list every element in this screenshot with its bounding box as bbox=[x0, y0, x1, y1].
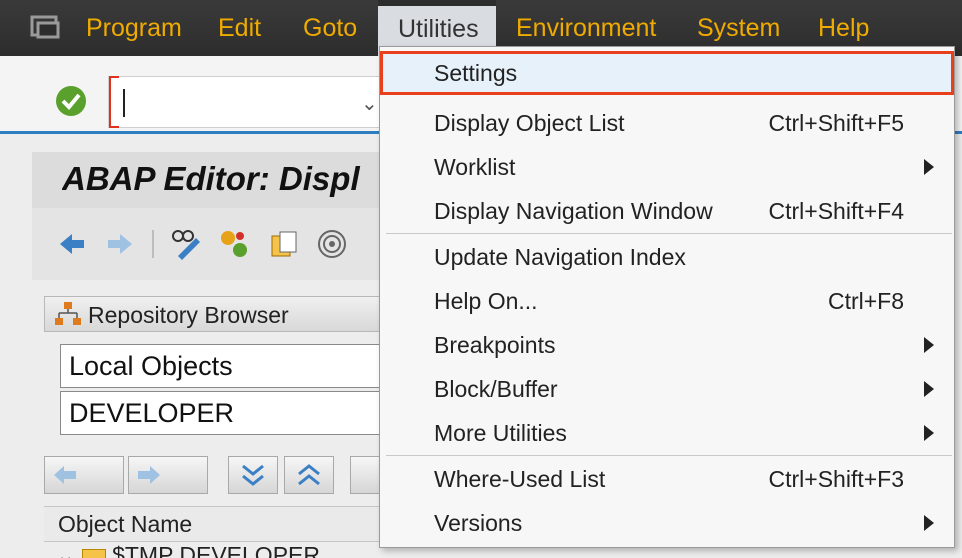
page-title: ABAP Editor: Displ bbox=[62, 160, 360, 197]
back-arrow-icon[interactable] bbox=[56, 228, 88, 260]
submenu-arrow-icon bbox=[924, 515, 934, 531]
menu-separator bbox=[386, 455, 952, 456]
menu-edit[interactable]: Edit bbox=[218, 0, 261, 56]
menu-item-display-navigation-window[interactable]: Display Navigation Window Ctrl+Shift+F4 bbox=[380, 189, 954, 233]
submenu-arrow-icon bbox=[924, 381, 934, 397]
command-field-marker bbox=[109, 76, 119, 128]
toolbar-separator bbox=[152, 230, 154, 258]
menu-item-where-used-list[interactable]: Where-Used List Ctrl+Shift+F3 bbox=[380, 457, 954, 501]
menu-item-label: Versions bbox=[434, 510, 523, 536]
menu-program[interactable]: Program bbox=[86, 0, 182, 56]
menu-item-shortcut: Ctrl+Shift+F5 bbox=[768, 110, 905, 136]
chevron-down-icon[interactable]: ⌄ bbox=[361, 91, 378, 116]
user-name-field[interactable]: DEVELOPER bbox=[60, 391, 390, 435]
menu-item-versions[interactable]: Versions bbox=[380, 501, 954, 545]
menu-item-label: Settings bbox=[434, 60, 518, 86]
where-used-icon[interactable] bbox=[316, 228, 348, 260]
menu-separator bbox=[386, 233, 952, 234]
command-field[interactable]: ⌄ bbox=[108, 76, 388, 128]
menu-item-help-on[interactable]: Help On... Ctrl+F8 bbox=[380, 279, 954, 323]
menu-item-label: More Utilities bbox=[434, 420, 567, 446]
forward-arrow-icon[interactable] bbox=[104, 228, 136, 260]
menu-item-block-buffer[interactable]: Block/Buffer bbox=[380, 367, 954, 411]
double-chevron-down-icon bbox=[242, 464, 264, 486]
menu-item-label: Display Object List bbox=[434, 110, 625, 136]
display-change-icon[interactable] bbox=[170, 228, 202, 260]
expand-all-button[interactable] bbox=[228, 456, 278, 494]
tree-node-label: $TMP DEVELOPER bbox=[112, 542, 320, 558]
object-name-column-header[interactable]: Object Name bbox=[44, 506, 384, 542]
menu-item-label: Worklist bbox=[434, 154, 516, 180]
menu-item-label: Update Navigation Index bbox=[434, 244, 686, 270]
utilities-dropdown-menu: Settings Display Object List Ctrl+Shift+… bbox=[379, 46, 955, 548]
menu-item-breakpoints[interactable]: Breakpoints bbox=[380, 323, 954, 367]
menu-goto[interactable]: Goto bbox=[303, 0, 357, 56]
object-type-field[interactable]: Local Objects bbox=[60, 344, 390, 388]
submenu-arrow-icon bbox=[924, 159, 934, 175]
forward-arrow-icon bbox=[138, 466, 160, 484]
double-chevron-up-icon bbox=[298, 464, 320, 486]
collapse-all-button[interactable] bbox=[284, 456, 334, 494]
text-cursor bbox=[123, 89, 125, 117]
menu-item-shortcut: Ctrl+Shift+F4 bbox=[768, 198, 905, 224]
activate-icon[interactable] bbox=[218, 228, 250, 260]
next-object-button[interactable] bbox=[128, 456, 208, 494]
menu-item-shortcut: Ctrl+F8 bbox=[827, 288, 904, 314]
chevron-down-icon[interactable]: ⌄ bbox=[56, 542, 75, 558]
previous-object-button[interactable] bbox=[44, 456, 124, 494]
back-arrow-icon bbox=[54, 466, 76, 484]
menu-item-more-utilities[interactable]: More Utilities bbox=[380, 411, 954, 455]
enter-checkmark-icon[interactable] bbox=[54, 84, 88, 118]
menu-item-worklist[interactable]: Worklist bbox=[380, 145, 954, 189]
folder-icon bbox=[81, 548, 106, 558]
menu-item-settings[interactable]: Settings bbox=[380, 51, 954, 95]
sap-menu-icon[interactable] bbox=[30, 14, 60, 40]
menu-item-display-object-list[interactable]: Display Object List Ctrl+Shift+F5 bbox=[380, 101, 954, 145]
menu-item-label: Breakpoints bbox=[434, 332, 556, 358]
hierarchy-icon bbox=[55, 302, 81, 325]
menu-item-label: Help On... bbox=[434, 288, 538, 314]
submenu-arrow-icon bbox=[924, 337, 934, 353]
menu-item-update-navigation-index[interactable]: Update Navigation Index bbox=[380, 235, 954, 279]
object-copy-icon[interactable] bbox=[268, 228, 300, 260]
repository-browser-label: Repository Browser bbox=[88, 302, 289, 328]
submenu-arrow-icon bbox=[924, 425, 934, 441]
menu-item-label: Block/Buffer bbox=[434, 376, 558, 402]
tree-node-tmp[interactable]: ⌄ $TMP DEVELOPER bbox=[56, 542, 320, 558]
menu-item-label: Where-Used List bbox=[434, 466, 606, 492]
menu-item-label: Display Navigation Window bbox=[434, 198, 713, 224]
menu-item-shortcut: Ctrl+Shift+F3 bbox=[768, 466, 905, 492]
